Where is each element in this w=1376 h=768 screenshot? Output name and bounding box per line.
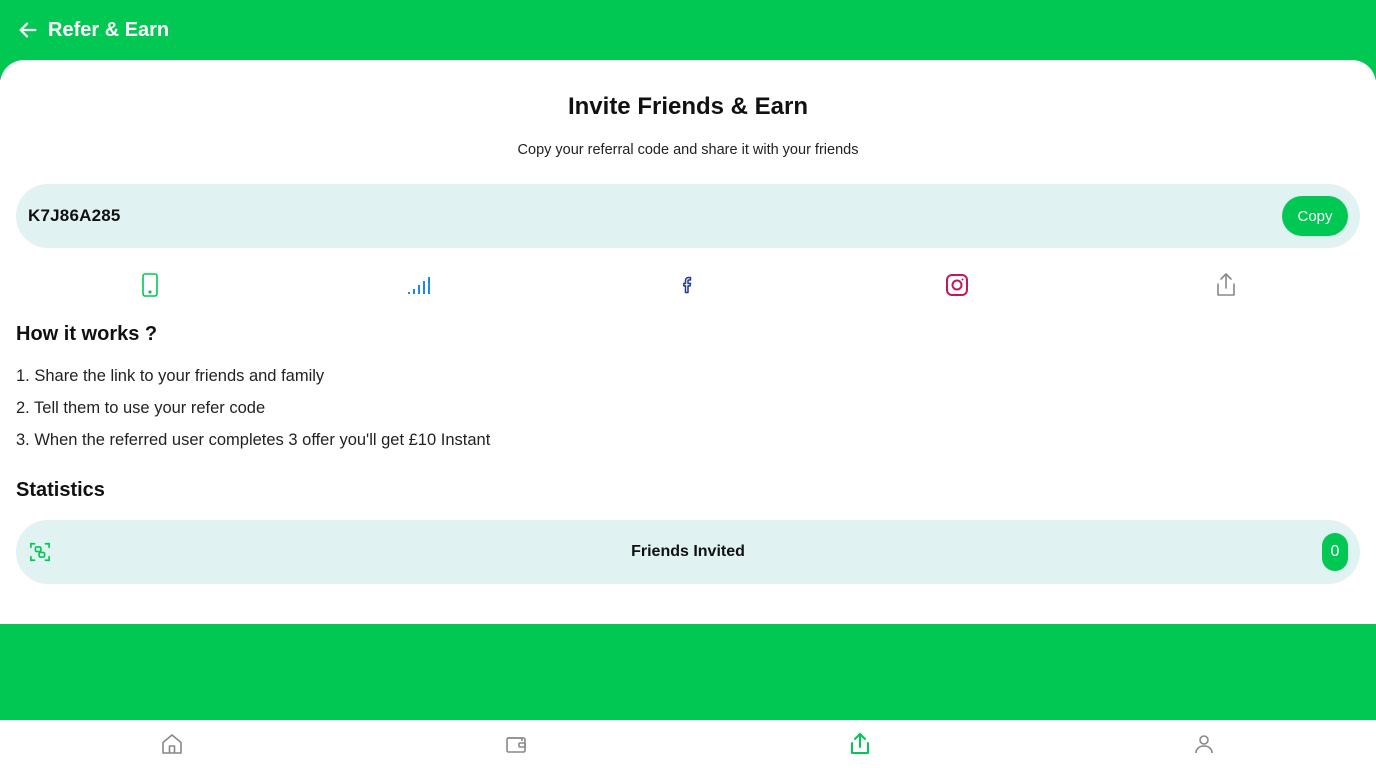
invite-subtitle: Copy your referral code and share it wit… xyxy=(517,142,859,158)
share-signal-button[interactable] xyxy=(406,272,432,298)
nav-profile[interactable] xyxy=(1192,732,1216,756)
share-sms-button[interactable] xyxy=(137,272,163,298)
step-item: 3. When the referred user completes 3 of… xyxy=(16,431,491,449)
decorative-band xyxy=(0,624,1376,720)
step-item: 2. Tell them to use your refer code xyxy=(16,399,266,417)
share-facebook-button[interactable] xyxy=(675,272,701,298)
facebook-icon xyxy=(683,276,692,294)
share-icon xyxy=(1217,273,1235,296)
share-more-button[interactable] xyxy=(1213,272,1239,298)
profile-icon xyxy=(1195,735,1213,754)
bottom-navigation xyxy=(0,720,1376,768)
phone-icon xyxy=(142,273,158,297)
wallet-icon xyxy=(506,737,526,753)
friends-invited-label: Friends Invited xyxy=(631,543,745,560)
how-it-works-title: How it works ? xyxy=(16,323,158,345)
referral-code[interactable]: K7J86A285 xyxy=(28,206,121,226)
nav-home[interactable] xyxy=(160,732,184,756)
friends-invited-count: 0 xyxy=(1322,533,1348,571)
home-icon xyxy=(162,734,182,754)
referral-code-field: K7J86A285 Copy xyxy=(16,184,1360,248)
nav-refer[interactable] xyxy=(848,732,872,756)
share-icon xyxy=(851,733,869,754)
copy-button[interactable]: Copy xyxy=(1282,196,1348,236)
step-item: 1. Share the link to your friends and fa… xyxy=(16,367,325,385)
nav-wallet[interactable] xyxy=(504,732,528,756)
signal-icon xyxy=(408,277,430,294)
arrow-left-icon xyxy=(19,22,37,38)
statistics-title: Statistics xyxy=(16,479,105,501)
share-options xyxy=(0,272,1376,298)
invite-title: Invite Friends & Earn xyxy=(567,93,809,120)
instagram-icon xyxy=(946,274,968,296)
friends-invited-stat: Friends Invited 0 xyxy=(16,520,1360,584)
page-title: Refer & Earn xyxy=(48,19,170,41)
back-button[interactable] xyxy=(16,18,40,42)
share-instagram-button[interactable] xyxy=(944,272,970,298)
